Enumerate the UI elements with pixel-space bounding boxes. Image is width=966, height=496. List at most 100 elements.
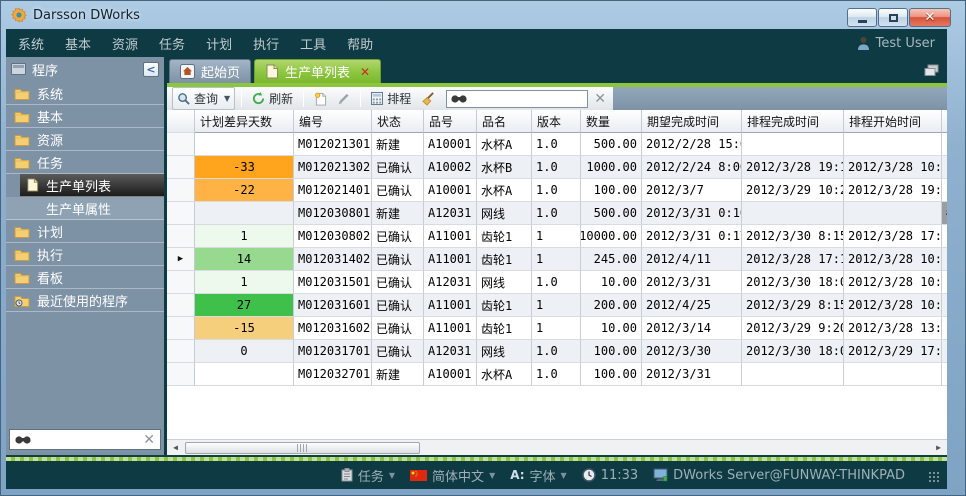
cell-qty[interactable]: 100.00 — [581, 340, 642, 363]
cell-item[interactable]: A12031 — [424, 202, 477, 225]
menu-item-1[interactable]: 基本 — [65, 34, 91, 53]
row-selector-cell[interactable] — [167, 225, 195, 248]
table-row[interactable]: -22M012021401已确认A10001水杯A1.0100.002012/3… — [167, 179, 947, 202]
cell-qty[interactable]: 100.00 — [581, 363, 642, 386]
cell-sched_end[interactable] — [742, 363, 844, 386]
column-header-9[interactable]: 排程开始时间 — [844, 110, 942, 133]
column-header-10[interactable]: 前 — [942, 110, 947, 133]
cell-sched_end[interactable]: 2012/3/28 19:10 — [742, 156, 844, 179]
sidebar-item-生产单列表[interactable]: 生产单列表 — [20, 174, 164, 197]
column-header-4[interactable]: 品名 — [477, 110, 532, 133]
cell-name[interactable]: 齿轮1 — [477, 248, 532, 271]
cell-code[interactable]: M012021302 — [294, 156, 372, 179]
toolbar-search-input[interactable] — [470, 92, 583, 106]
table-row[interactable]: 27M012031601已确认A11001齿轮11200.002012/4/25… — [167, 294, 947, 317]
new-button[interactable] — [310, 90, 331, 108]
cell-expect[interactable]: 2012/4/11 — [642, 248, 742, 271]
resize-grip[interactable] — [928, 471, 941, 484]
cell-code[interactable]: M012031601 — [294, 294, 372, 317]
tab-home[interactable]: 起始页 — [169, 59, 251, 83]
cell-qty[interactable]: 10.00 — [581, 271, 642, 294]
cell-ver[interactable]: 1 — [532, 225, 581, 248]
cell-sched_start[interactable]: 2012/3/28 10:52 — [844, 248, 942, 271]
cell-ver[interactable]: 1.0 — [532, 202, 581, 225]
table-row[interactable]: ▶14M012031402已确认A11001齿轮11245.002012/4/1… — [167, 248, 947, 271]
cell-expect[interactable]: 2012/3/14 — [642, 317, 742, 340]
cell-code[interactable]: M012031602 — [294, 317, 372, 340]
cell-expect[interactable]: 2012/3/31 0:10 — [642, 202, 742, 225]
cell-qty[interactable]: 500.00 — [581, 133, 642, 156]
sidebar-search-input[interactable] — [35, 433, 139, 447]
sidebar-item-生产单属性[interactable]: 生产单属性 — [6, 197, 164, 220]
cell-qty[interactable]: 200.00 — [581, 294, 642, 317]
row-selector-cell[interactable] — [167, 271, 195, 294]
menu-item-6[interactable]: 工具 — [300, 34, 326, 53]
cell-item[interactable]: A10002 — [424, 156, 477, 179]
column-header-5[interactable]: 版本 — [532, 110, 581, 133]
cell-item[interactable]: A11001 — [424, 248, 477, 271]
sidebar-item-资源[interactable]: 资源 — [6, 128, 164, 151]
cell-item[interactable]: A12031 — [424, 340, 477, 363]
cell-extra[interactable] — [942, 156, 947, 179]
sidebar-item-基本[interactable]: 基本 — [6, 105, 164, 128]
cell-sched_start[interactable]: 2012/3/28 19:10 — [844, 179, 942, 202]
scroll-left-icon[interactable]: ◀ — [168, 443, 183, 452]
tab-production-order-list[interactable]: 生产单列表 ✕ — [254, 59, 381, 83]
sidebar-item-看板[interactable]: 看板 — [6, 266, 164, 289]
cell-item[interactable]: A11001 — [424, 294, 477, 317]
cell-extra[interactable] — [942, 271, 947, 294]
cell-item[interactable]: A12031 — [424, 271, 477, 294]
cell-status[interactable]: 已确认 — [372, 294, 424, 317]
close-button[interactable]: ✕ — [909, 8, 951, 27]
row-selector-cell[interactable]: ▶ — [167, 248, 195, 271]
cell-item[interactable]: A11001 — [424, 317, 477, 340]
cell-expect[interactable]: 2012/2/24 8:00 — [642, 156, 742, 179]
cell-extra[interactable] — [942, 225, 947, 248]
cell-sched_start[interactable] — [844, 363, 942, 386]
cell-qty[interactable]: 245.00 — [581, 248, 642, 271]
cell-sched_start[interactable]: 2012/3/28 10:52 — [844, 271, 942, 294]
cell-diff[interactable] — [195, 202, 294, 225]
status-task-menu[interactable]: 任务 ▼ — [341, 466, 395, 485]
cell-qty[interactable]: 100.00 — [581, 179, 642, 202]
cell-expect[interactable]: 2012/2/28 15:00 — [642, 133, 742, 156]
cell-code[interactable]: M012030802 — [294, 225, 372, 248]
column-header-6[interactable]: 数量 — [581, 110, 642, 133]
cell-ver[interactable]: 1 — [532, 248, 581, 271]
sidebar-item-最近使用的程序[interactable]: 最近使用的程序 — [6, 289, 164, 312]
menu-item-0[interactable]: 系统 — [18, 34, 44, 53]
table-row[interactable]: M012030801新建A12031网线1.0500.002012/3/31 0… — [167, 202, 947, 225]
cell-sched_end[interactable] — [742, 133, 844, 156]
cell-sched_start[interactable]: 2012/3/28 17:13 — [844, 225, 942, 248]
row-selector-cell[interactable] — [167, 317, 195, 340]
cell-diff[interactable] — [195, 133, 294, 156]
cell-diff[interactable]: 14 — [195, 248, 294, 271]
cell-ver[interactable]: 1.0 — [532, 156, 581, 179]
cell-code[interactable]: M012030801 — [294, 202, 372, 225]
cell-sched_end[interactable]: 2012/3/29 8:15 — [742, 294, 844, 317]
cell-diff[interactable]: -22 — [195, 179, 294, 202]
sidebar-item-任务[interactable]: 任务 — [6, 151, 164, 174]
cell-sched_start[interactable]: 2012/3/29 17:46 — [844, 340, 942, 363]
cell-qty[interactable]: 500.00 — [581, 202, 642, 225]
sidebar-item-执行[interactable]: 执行 — [6, 243, 164, 266]
table-row[interactable]: -33M012021302已确认A10002水杯B1.01000.002012/… — [167, 156, 947, 179]
cell-status[interactable]: 已确认 — [372, 340, 424, 363]
cell-sched_start[interactable]: 2012/3/28 10:52 — [844, 156, 942, 179]
query-button[interactable]: 查询 ▼ — [172, 87, 235, 110]
row-selector-cell[interactable] — [167, 156, 195, 179]
cell-expect[interactable]: 2012/3/31 — [642, 271, 742, 294]
cell-expect[interactable]: 2012/3/7 — [642, 179, 742, 202]
cell-name[interactable]: 网线 — [477, 202, 532, 225]
cell-status[interactable]: 新建 — [372, 133, 424, 156]
cell-ver[interactable]: 1.0 — [532, 363, 581, 386]
minimize-button[interactable] — [847, 8, 877, 27]
table-row[interactable]: 0M012031701已确认A12031网线1.0100.002012/3/30… — [167, 340, 947, 363]
refresh-button[interactable]: 刷新 — [248, 88, 297, 109]
toolbar-search-clear-icon[interactable]: ✕ — [594, 92, 606, 106]
row-selector-cell[interactable] — [167, 340, 195, 363]
clean-button[interactable] — [417, 90, 439, 108]
table-row[interactable]: -15M012031602已确认A11001齿轮1110.002012/3/14… — [167, 317, 947, 340]
cell-name[interactable]: 水杯A — [477, 179, 532, 202]
cell-extra[interactable]: # — [942, 202, 947, 225]
